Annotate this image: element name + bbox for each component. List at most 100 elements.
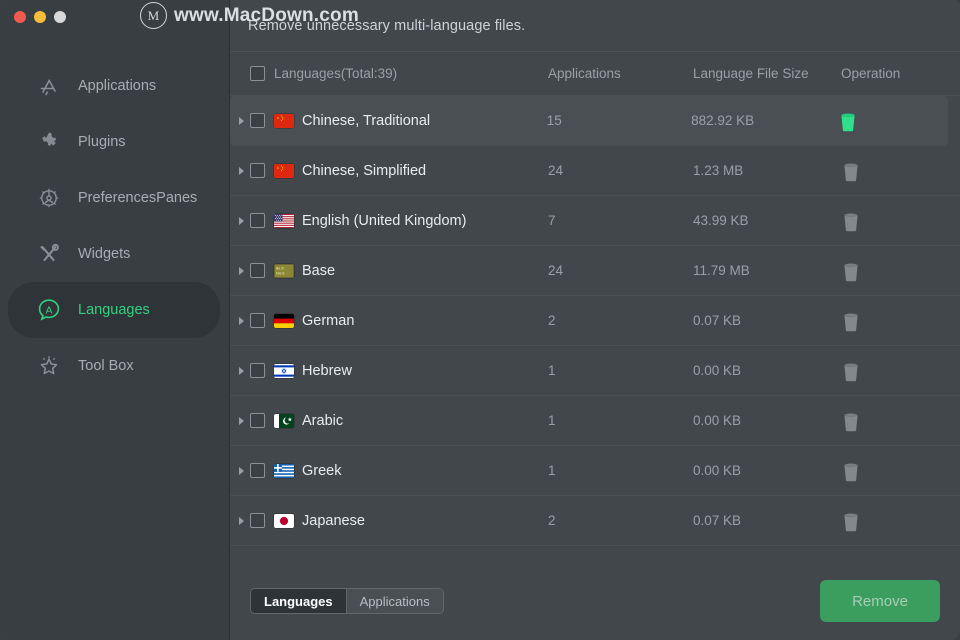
- flag-arabic-icon: [274, 413, 294, 428]
- sidebar-item-label: Tool Box: [78, 358, 134, 374]
- row-operation-cell: [841, 260, 951, 282]
- row-name-cell: English (United Kingdom): [230, 213, 548, 229]
- row-name-cell: Chinese, Simplified: [230, 163, 548, 179]
- row-checkbox[interactable]: [250, 213, 265, 228]
- sidebar-item-languages[interactable]: A Languages: [8, 282, 220, 338]
- close-button[interactable]: [14, 11, 26, 23]
- sidebar-item-label: Languages: [78, 302, 150, 318]
- table-row[interactable]: German 2 0.07 KB: [230, 296, 960, 346]
- row-language-label: Arabic: [302, 412, 344, 429]
- row-applications-count: 1: [548, 413, 556, 428]
- sidebar-item-preferencespanes[interactable]: PreferencesPanes: [8, 170, 220, 226]
- tab-languages[interactable]: Languages: [251, 589, 347, 613]
- table-header-size: Language File Size: [693, 66, 809, 81]
- row-checkbox[interactable]: [250, 413, 265, 428]
- trash-icon[interactable]: [841, 160, 861, 182]
- select-all-checkbox[interactable]: [250, 66, 265, 81]
- flag-usa-icon: [274, 213, 294, 228]
- trash-icon[interactable]: [841, 210, 861, 232]
- flag-china-icon: [274, 113, 294, 128]
- row-language-label: German: [302, 312, 355, 329]
- row-checkbox[interactable]: [250, 163, 265, 178]
- table-row[interactable]: Hebrew 1 0.00 KB: [230, 346, 960, 396]
- row-name-cell: German: [230, 313, 548, 329]
- svg-text:Ba Zi: Ba Zi: [276, 266, 284, 270]
- disclosure-triangle-icon[interactable]: [239, 266, 244, 275]
- main-panel: Remove unnecessary multi-language files.…: [230, 0, 960, 640]
- disclosure-triangle-icon[interactable]: [239, 316, 244, 325]
- row-name-cell: Arabic: [230, 413, 548, 429]
- row-checkbox[interactable]: [250, 463, 265, 478]
- trash-icon[interactable]: [841, 310, 861, 332]
- row-name-cell: Chinese, Traditional: [230, 113, 547, 129]
- row-language-label: Greek: [302, 462, 342, 479]
- star-icon: [36, 353, 62, 379]
- flag-china-icon: [274, 163, 294, 178]
- table-row[interactable]: Ba Zi Mis B Base 24 11.79 MB: [230, 246, 960, 296]
- row-applications-count: 1: [548, 363, 556, 378]
- disclosure-triangle-icon[interactable]: [239, 116, 244, 125]
- app-window: Applications Plugins PreferencesPanes Wi…: [0, 0, 960, 640]
- view-mode-segmented-control[interactable]: Languages Applications: [250, 588, 444, 614]
- row-operation-cell: [841, 360, 951, 382]
- row-language-label: Chinese, Traditional: [302, 112, 431, 129]
- flag-japan-icon: [274, 513, 294, 528]
- appstore-icon: [36, 73, 62, 99]
- trash-icon-active[interactable]: [838, 110, 858, 132]
- row-file-size: 43.99 KB: [693, 213, 749, 228]
- sidebar-item-label: Applications: [78, 78, 157, 94]
- table-row[interactable]: Japanese 2 0.07 KB: [230, 496, 960, 546]
- sidebar-item-tool-box[interactable]: Tool Box: [8, 338, 220, 394]
- table-row[interactable]: Chinese, Simplified 24 1.23 MB: [230, 146, 960, 196]
- maximize-button[interactable]: [54, 11, 66, 23]
- row-checkbox[interactable]: [250, 263, 265, 278]
- disclosure-triangle-icon[interactable]: [239, 416, 244, 425]
- table-body: Chinese, Traditional 15 882.92 KB Chinese,…: [230, 96, 960, 546]
- tab-applications[interactable]: Applications: [346, 589, 443, 613]
- table-row[interactable]: English (United Kingdom) 7 43.99 KB: [230, 196, 960, 246]
- trash-icon[interactable]: [841, 410, 861, 432]
- row-checkbox[interactable]: [250, 113, 265, 128]
- sidebar-item-plugins[interactable]: Plugins: [8, 114, 220, 170]
- trash-icon[interactable]: [841, 360, 861, 382]
- row-file-size: 0.00 KB: [693, 363, 742, 378]
- row-operation-cell: [841, 310, 951, 332]
- remove-button[interactable]: Remove: [820, 580, 940, 622]
- row-operation-cell: [841, 460, 951, 482]
- row-file-size: 0.00 KB: [693, 463, 742, 478]
- row-checkbox[interactable]: [250, 313, 265, 328]
- disclosure-triangle-icon[interactable]: [239, 466, 244, 475]
- sidebar-item-label: Plugins: [78, 134, 126, 150]
- row-operation-cell: [841, 510, 951, 532]
- row-applications-count: 15: [546, 113, 562, 128]
- minimize-button[interactable]: [34, 11, 46, 23]
- row-name-cell: Greek: [230, 463, 548, 479]
- sidebar-item-widgets[interactable]: Widgets: [8, 226, 220, 282]
- disclosure-triangle-icon[interactable]: [239, 166, 244, 175]
- disclosure-triangle-icon[interactable]: [239, 366, 244, 375]
- sidebar-item-applications[interactable]: Applications: [8, 58, 220, 114]
- row-applications-count: 1: [548, 463, 556, 478]
- trash-icon[interactable]: [841, 460, 861, 482]
- row-operation-cell: [841, 210, 951, 232]
- disclosure-triangle-icon[interactable]: [239, 216, 244, 225]
- row-checkbox[interactable]: [250, 363, 265, 378]
- row-file-size: 0.07 KB: [693, 313, 742, 328]
- trash-icon[interactable]: [841, 510, 861, 532]
- table-header-applications: Applications: [548, 66, 621, 81]
- speech-bubble-a-icon: A: [36, 297, 62, 323]
- row-applications-count: 7: [548, 213, 556, 228]
- table-header-name-label: Languages(Total:39): [274, 66, 398, 81]
- row-operation-cell: [841, 160, 951, 182]
- table-row[interactable]: Arabic 1 0.00 KB: [230, 396, 960, 446]
- sidebar-item-label: Widgets: [78, 246, 131, 262]
- row-checkbox[interactable]: [250, 513, 265, 528]
- table-row[interactable]: Greek 1 0.00 KB: [230, 446, 960, 496]
- disclosure-triangle-icon[interactable]: [239, 516, 244, 525]
- trash-icon[interactable]: [841, 260, 861, 282]
- row-file-size: 882.92 KB: [691, 113, 755, 128]
- row-language-label: Japanese: [302, 512, 365, 529]
- table-row[interactable]: Chinese, Traditional 15 882.92 KB: [230, 96, 948, 146]
- row-applications-count: 2: [548, 513, 556, 528]
- row-file-size: 1.23 MB: [693, 163, 744, 178]
